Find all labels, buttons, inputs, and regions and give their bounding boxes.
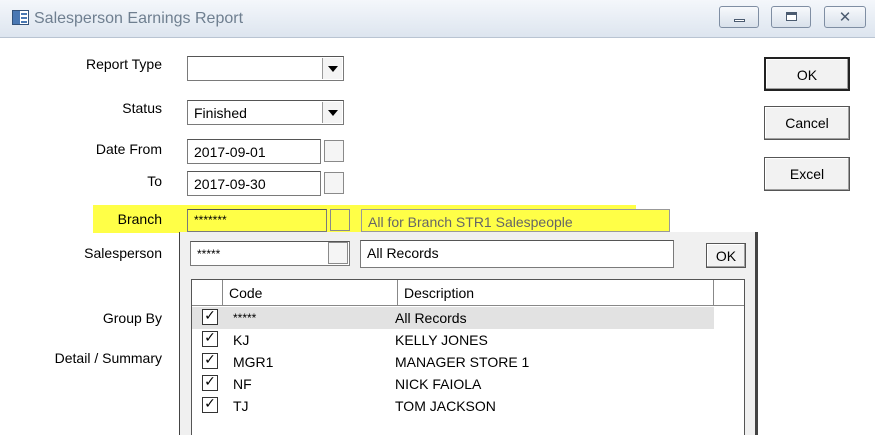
- salesperson-code-value: *****: [197, 247, 221, 261]
- branch-code-field[interactable]: *******: [187, 209, 327, 232]
- detail-summary-label: Detail / Summary: [54, 350, 162, 366]
- salesperson-grid: Code Description ✓ ***** All Records ✓ K…: [191, 279, 745, 435]
- branch-description-value: All for Branch STR1 Salespeople: [368, 214, 573, 230]
- date-to-value: 2017-09-30: [194, 176, 266, 192]
- row-code: MGR1: [233, 354, 274, 370]
- minimize-icon: [734, 19, 745, 22]
- status-select[interactable]: Finished: [187, 100, 344, 125]
- row-code: NF: [233, 376, 252, 392]
- salesperson-lookup-button[interactable]: [328, 242, 348, 264]
- table-row[interactable]: ✓ ***** All Records: [192, 307, 714, 329]
- table-row[interactable]: ✓ MGR1 MANAGER STORE 1: [192, 351, 744, 373]
- date-to-picker-button[interactable]: [324, 172, 344, 194]
- date-to-field[interactable]: 2017-09-30: [187, 171, 321, 196]
- date-to-label: To: [147, 173, 162, 189]
- chevron-down-icon[interactable]: [322, 58, 342, 79]
- row-checkbox[interactable]: ✓: [202, 375, 218, 391]
- column-header-code[interactable]: Code: [223, 280, 398, 305]
- maximize-icon: [786, 12, 797, 21]
- date-from-label: Date From: [95, 141, 162, 157]
- row-description: KELLY JONES: [395, 332, 488, 348]
- branch-description-field: All for Branch STR1 Salespeople: [361, 209, 670, 232]
- salesperson-label: Salesperson: [84, 245, 162, 261]
- maximize-button[interactable]: [771, 6, 811, 28]
- branch-lookup-button[interactable]: [330, 209, 350, 231]
- salesperson-code-field[interactable]: *****: [190, 241, 350, 266]
- table-row[interactable]: ✓ KJ KELLY JONES: [192, 329, 744, 351]
- row-description: NICK FAIOLA: [395, 376, 482, 392]
- row-checkbox[interactable]: ✓: [202, 397, 218, 413]
- status-label: Status: [122, 100, 162, 116]
- app-icon: [12, 10, 29, 25]
- chevron-down-icon[interactable]: [322, 102, 342, 123]
- date-from-field[interactable]: 2017-09-01: [187, 139, 321, 164]
- report-type-label: Report Type: [85, 56, 162, 72]
- branch-code-value: *******: [194, 213, 227, 227]
- row-description: TOM JACKSON: [395, 398, 496, 414]
- date-from-value: 2017-09-01: [194, 144, 266, 160]
- title-bar: Salesperson Earnings Report ✕: [0, 0, 875, 38]
- excel-button[interactable]: Excel: [764, 157, 850, 191]
- salesperson-description-field[interactable]: All Records: [360, 240, 674, 268]
- select-column-header: [192, 280, 223, 305]
- row-checkbox[interactable]: ✓: [202, 331, 218, 347]
- row-code: TJ: [233, 398, 249, 414]
- minimize-button[interactable]: [719, 6, 759, 28]
- table-row[interactable]: ✓ TJ TOM JACKSON: [192, 395, 744, 417]
- row-description: MANAGER STORE 1: [395, 354, 530, 370]
- row-description: All Records: [395, 310, 467, 326]
- column-header-description[interactable]: Description: [398, 280, 714, 305]
- lookup-ok-button[interactable]: OK: [706, 243, 746, 268]
- date-from-picker-button[interactable]: [324, 140, 344, 162]
- close-icon: ✕: [838, 8, 852, 26]
- row-checkbox[interactable]: ✓: [202, 309, 218, 325]
- row-code: *****: [233, 311, 257, 325]
- window-title: Salesperson Earnings Report: [34, 10, 244, 27]
- group-by-label: Group By: [102, 310, 162, 326]
- ok-button[interactable]: OK: [764, 57, 850, 91]
- cancel-button[interactable]: Cancel: [764, 106, 850, 140]
- row-code: KJ: [233, 332, 250, 348]
- status-value: Finished: [194, 105, 247, 121]
- row-checkbox[interactable]: ✓: [202, 353, 218, 369]
- table-row[interactable]: ✓ NF NICK FAIOLA: [192, 373, 744, 395]
- salesperson-description-value: All Records: [367, 245, 439, 261]
- close-button[interactable]: ✕: [824, 6, 866, 28]
- branch-label: Branch: [117, 211, 162, 227]
- grid-header: Code Description: [192, 280, 744, 306]
- report-type-select[interactable]: [187, 56, 344, 81]
